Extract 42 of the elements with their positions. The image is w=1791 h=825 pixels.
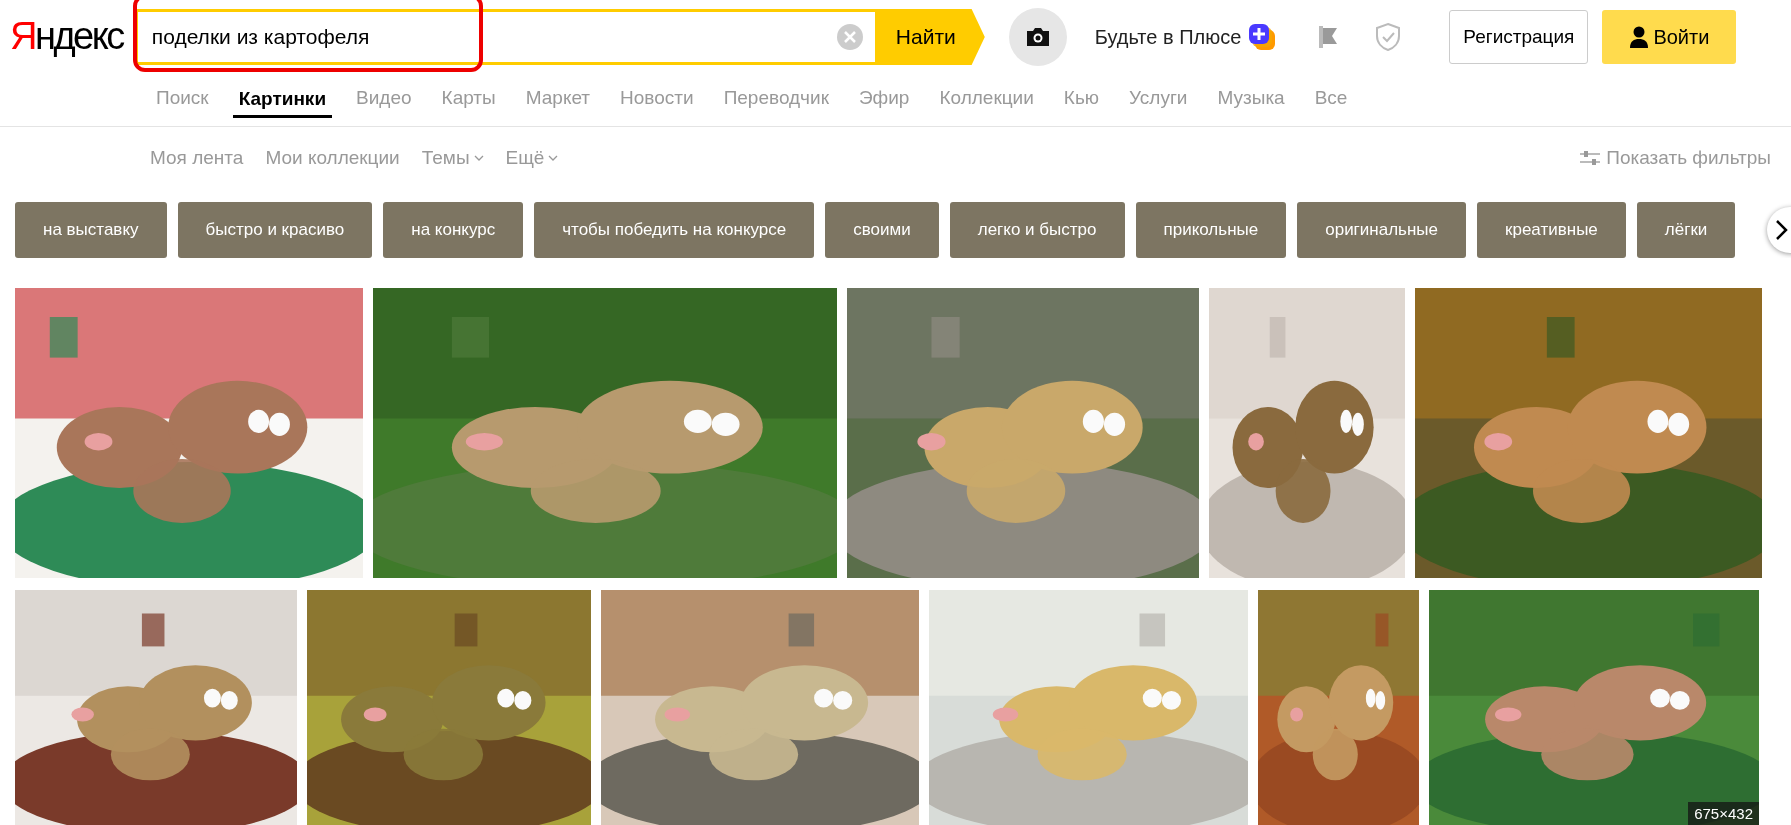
subnav-link[interactable]: Мои коллекции (265, 147, 400, 169)
chevron-right-icon (1775, 219, 1789, 241)
service-tab[interactable]: Все (1308, 74, 1354, 116)
service-tab[interactable]: Видео (350, 74, 418, 116)
sliders-icon (1580, 150, 1601, 166)
service-tab[interactable]: Новости (614, 74, 700, 116)
suggestion-chip[interactable]: оригинальные (1297, 202, 1466, 258)
suggestion-chip[interactable]: лёгки (1636, 202, 1736, 258)
filters-link[interactable]: Показать фильтры (1574, 146, 1777, 170)
caret-icon (473, 154, 484, 162)
logo[interactable]: Яндекс (10, 14, 123, 60)
suggestion-chip[interactable]: чтобы победить на конкурсе (534, 202, 815, 258)
suggestion-chip[interactable]: на выставку (15, 202, 167, 258)
suggestion-chip[interactable]: прикольные (1135, 202, 1287, 258)
subnav-link[interactable]: Моя лента (150, 147, 244, 169)
service-tab[interactable]: Музыка (1211, 74, 1291, 116)
service-tab[interactable]: Переводчик (717, 74, 835, 116)
service-tab[interactable]: Маркет (519, 74, 597, 116)
service-tab[interactable]: Услуги (1123, 74, 1194, 116)
service-tab[interactable]: Карты (435, 74, 502, 116)
promo-link[interactable]: Будьте в Плюсе (1094, 25, 1242, 49)
subnav-link[interactable]: Ещё (505, 147, 559, 169)
image-size-label: 675×432 (1688, 802, 1759, 825)
service-tab[interactable]: Кью (1057, 74, 1106, 116)
plus-icon[interactable] (1247, 22, 1278, 52)
suggestion-chip[interactable]: легко и быстро (949, 202, 1125, 258)
service-tab[interactable]: Эфир (852, 74, 916, 116)
service-tab[interactable]: Картинки (232, 74, 333, 118)
caret-icon (548, 154, 559, 162)
service-tab[interactable]: Коллекции (933, 74, 1040, 116)
suggestion-chip[interactable]: креативные (1477, 202, 1626, 258)
camera-icon (1024, 26, 1051, 48)
suggestion-chip[interactable]: своими (825, 202, 939, 258)
search-field[interactable]: поделки из картофеля (134, 9, 875, 65)
service-tab[interactable]: Поиск (150, 74, 215, 116)
user-icon (1629, 26, 1650, 48)
login-button[interactable]: Войти (1602, 10, 1737, 64)
register-button[interactable]: Регистрация (1449, 10, 1589, 64)
search-button[interactable]: Найти (874, 9, 985, 65)
suggestion-chip[interactable]: быстро и красиво (177, 202, 373, 258)
subnav-link[interactable]: Темы (421, 147, 484, 169)
suggestion-chip[interactable]: на конкурс (383, 202, 524, 258)
